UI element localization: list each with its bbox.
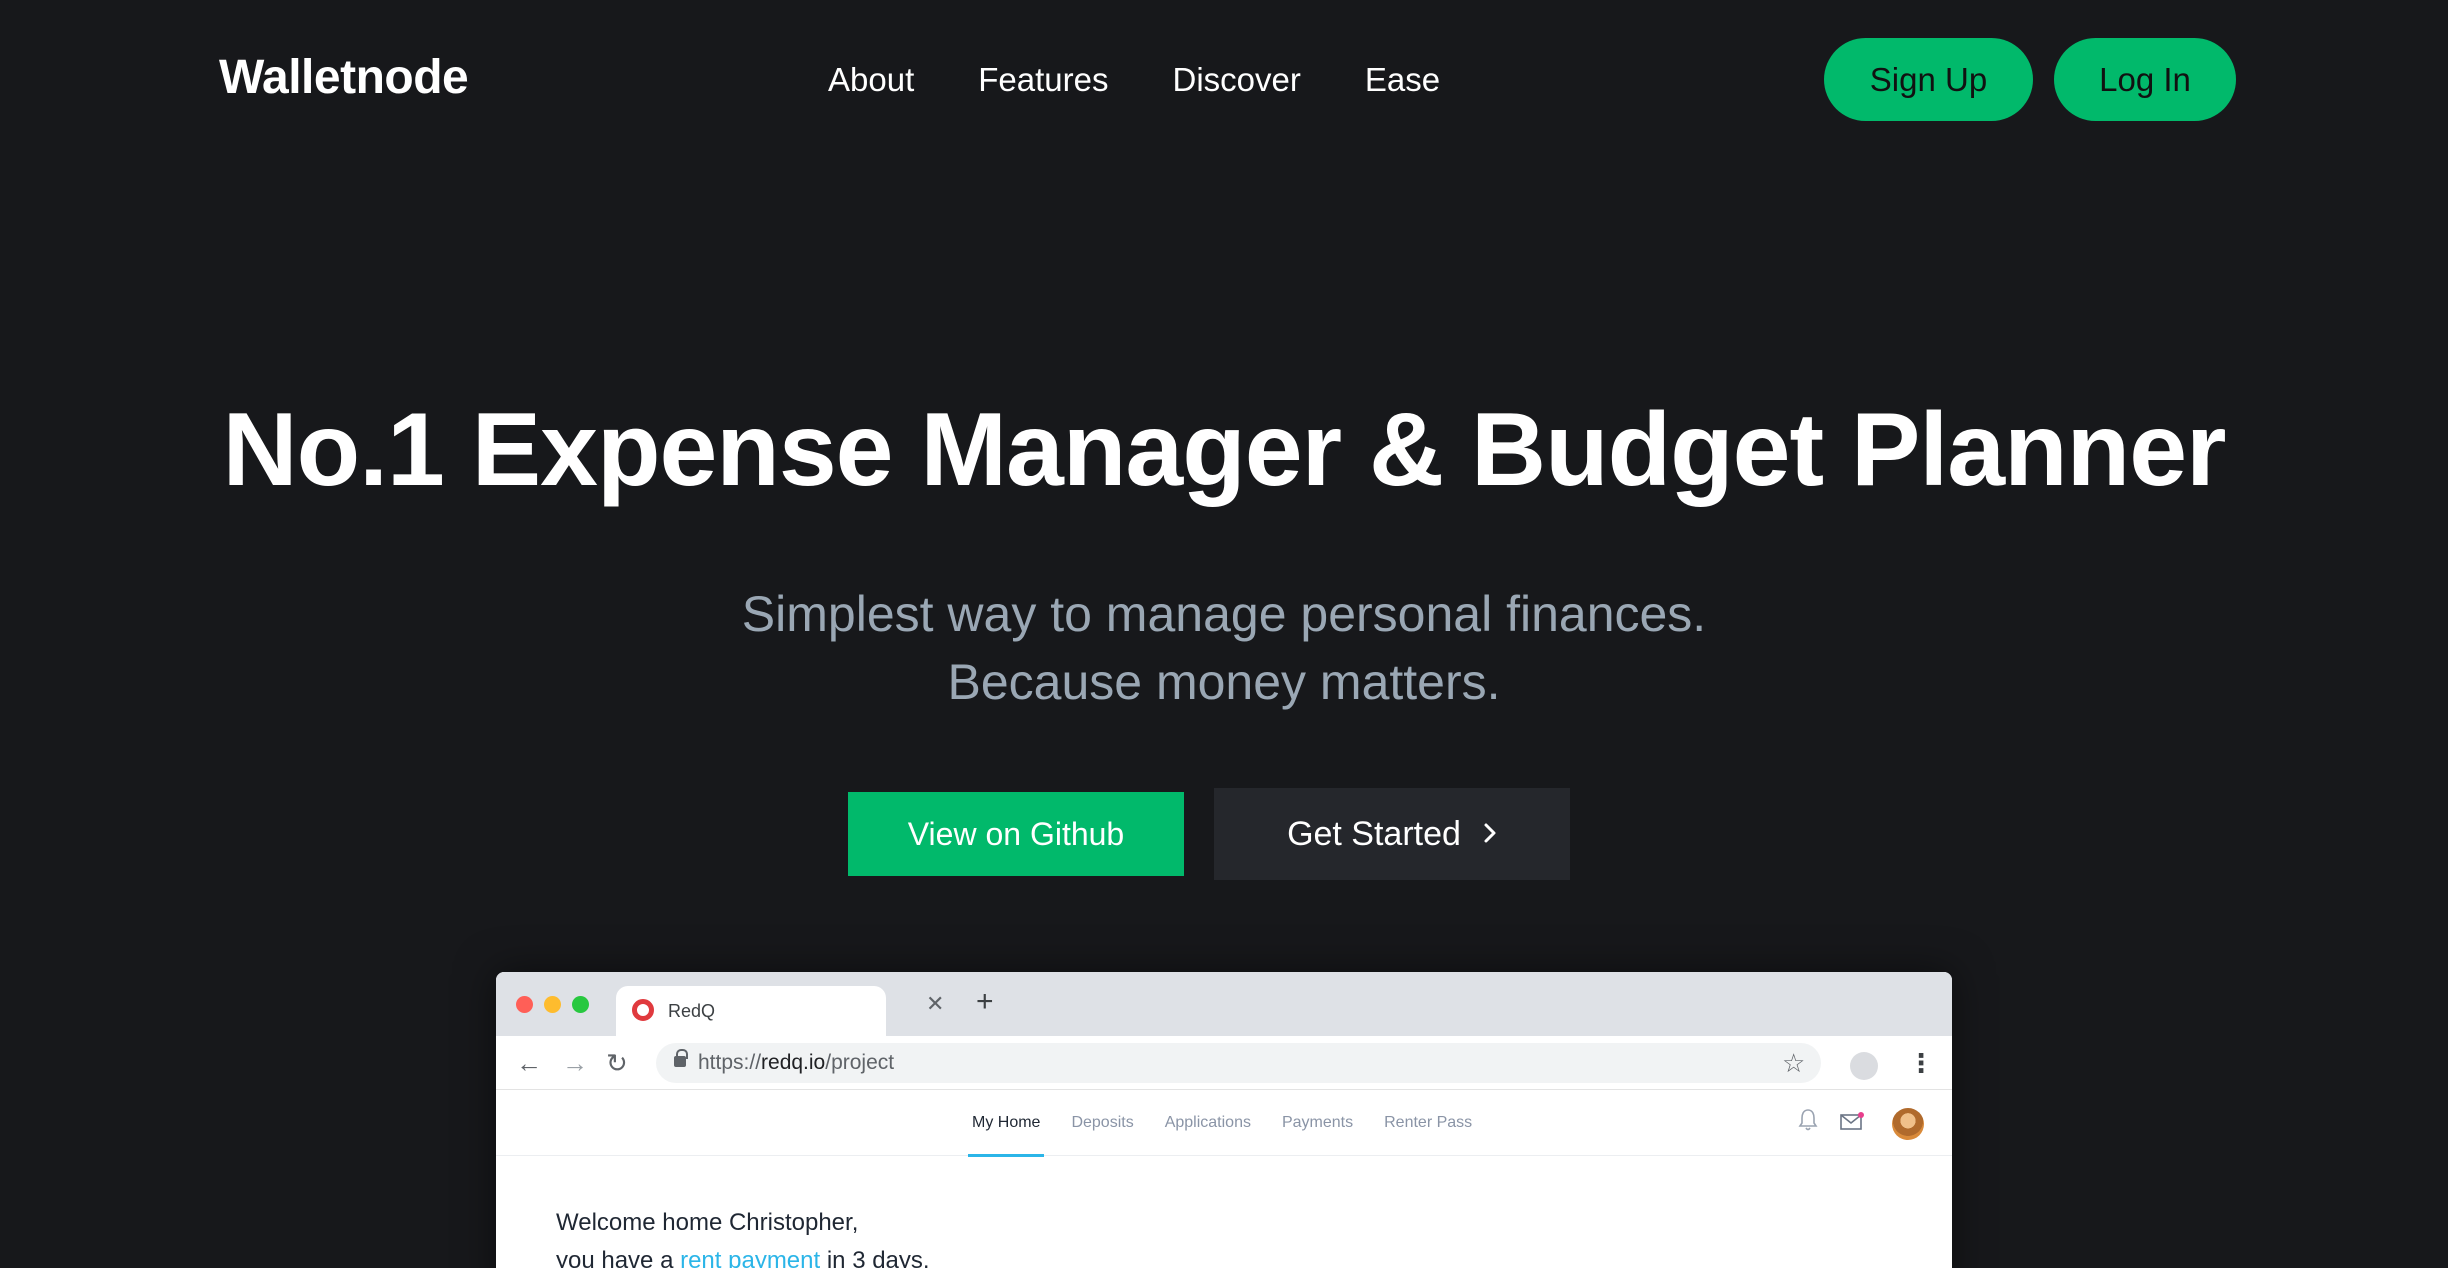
welcome-text-end: in 3 days. (820, 1247, 930, 1268)
address-bar: https://redq.io/project ☆ (656, 1043, 1821, 1083)
rent-payment-link: rent payment (680, 1247, 821, 1268)
log-in-button[interactable]: Log In (2054, 38, 2236, 121)
browser-mockup: RedQ ✕ + ← → ↻ https://redq.io/project ☆… (496, 972, 1952, 1268)
app-nav-renter-pass: Renter Pass (1384, 1114, 1473, 1131)
new-tab-icon: + (976, 985, 994, 1018)
window-maximize-dot (572, 996, 589, 1013)
logo[interactable]: Walletnode (219, 50, 469, 106)
url-host: redq.io (761, 1051, 826, 1074)
app-nav: My Home Deposits Applications Payments R… (496, 1090, 1952, 1157)
browser-toolbar: ← → ↻ https://redq.io/project ☆ ⋮ (496, 1036, 1952, 1090)
hero-subtitle-line-2: Because money matters. (947, 654, 1501, 710)
bell-icon (1798, 1109, 1818, 1131)
window-close-dot (516, 996, 533, 1013)
window-minimize-dot (544, 996, 561, 1013)
hero-subtitle: Simplest way to manage personal finances… (0, 580, 2448, 716)
app-nav-payments: Payments (1281, 1114, 1354, 1131)
app-nav-applications: Applications (1164, 1114, 1251, 1131)
browser-tab: RedQ (616, 986, 886, 1036)
profile-icon (1850, 1052, 1878, 1080)
get-started-button[interactable]: Get Started (1214, 788, 1570, 880)
view-on-github-button[interactable]: View on Github (848, 792, 1184, 876)
reload-icon: ↻ (606, 1048, 628, 1078)
url-path: /project (825, 1051, 895, 1074)
welcome-line-1: Welcome home Christopher, (556, 1209, 859, 1236)
user-avatar (1892, 1108, 1924, 1140)
url-scheme: https:// (698, 1051, 762, 1074)
browser-tab-title: RedQ (668, 1001, 716, 1021)
chevron-right-icon (1483, 789, 1497, 881)
welcome-line-2: you have a rent payment in 3 days. (556, 1242, 930, 1268)
nav-discover[interactable]: Discover (1172, 58, 1300, 102)
welcome-message: Welcome home Christopher, you have a ren… (556, 1204, 930, 1268)
main-nav: About Features Discover Ease (828, 58, 1504, 102)
nav-ease[interactable]: Ease (1365, 58, 1440, 102)
get-started-label: Get Started (1287, 815, 1461, 853)
redq-favicon-icon (632, 999, 654, 1021)
app-nav-deposits: Deposits (1071, 1114, 1134, 1131)
app-nav-my-home: My Home (967, 1090, 1045, 1157)
close-tab-icon: ✕ (926, 991, 945, 1016)
hero-title: No.1 Expense Manager & Budget Planner (222, 392, 2226, 508)
nav-features[interactable]: Features (978, 58, 1108, 102)
more-menu-icon: ⋮ (1908, 1048, 1934, 1078)
back-arrow-icon: ← (516, 1048, 542, 1078)
bookmark-star-icon: ☆ (1782, 1048, 1806, 1078)
hero-subtitle-line-1: Simplest way to manage personal finances… (741, 586, 1707, 642)
landing-page: Walletnode About Features Discover Ease … (0, 0, 2448, 1268)
lock-icon (674, 1049, 688, 1067)
forward-arrow-icon: → (562, 1048, 588, 1078)
browser-tabstrip: RedQ ✕ + (496, 972, 1952, 1036)
sign-up-button[interactable]: Sign Up (1824, 38, 2033, 121)
address-url: https://redq.io/project (698, 1050, 894, 1076)
welcome-text: you have a (556, 1247, 681, 1268)
nav-about[interactable]: About (828, 58, 914, 102)
mail-icon (1840, 1112, 1864, 1130)
